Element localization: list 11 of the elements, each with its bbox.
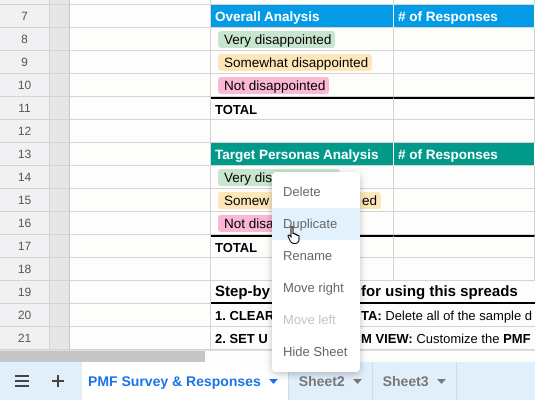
step-text: M VIEW: Customize the PMF — [361, 330, 531, 346]
step-text: 2. SET U — [215, 330, 268, 346]
heading-text: for using this spreads — [361, 283, 518, 300]
step-text: TA: Delete all of the sample d — [361, 308, 532, 322]
table-header-cell: # of Responses — [394, 143, 535, 166]
table-header-cell: # of Responses — [394, 5, 535, 28]
heading-text: Step-by — [215, 283, 270, 300]
table-header-cell: Overall Analysis — [211, 5, 394, 28]
step-text: 1. CLEAR — [215, 308, 274, 322]
table-cell: TOTAL — [211, 97, 394, 120]
table-header-cell: Target Personas Analysis — [211, 143, 394, 166]
